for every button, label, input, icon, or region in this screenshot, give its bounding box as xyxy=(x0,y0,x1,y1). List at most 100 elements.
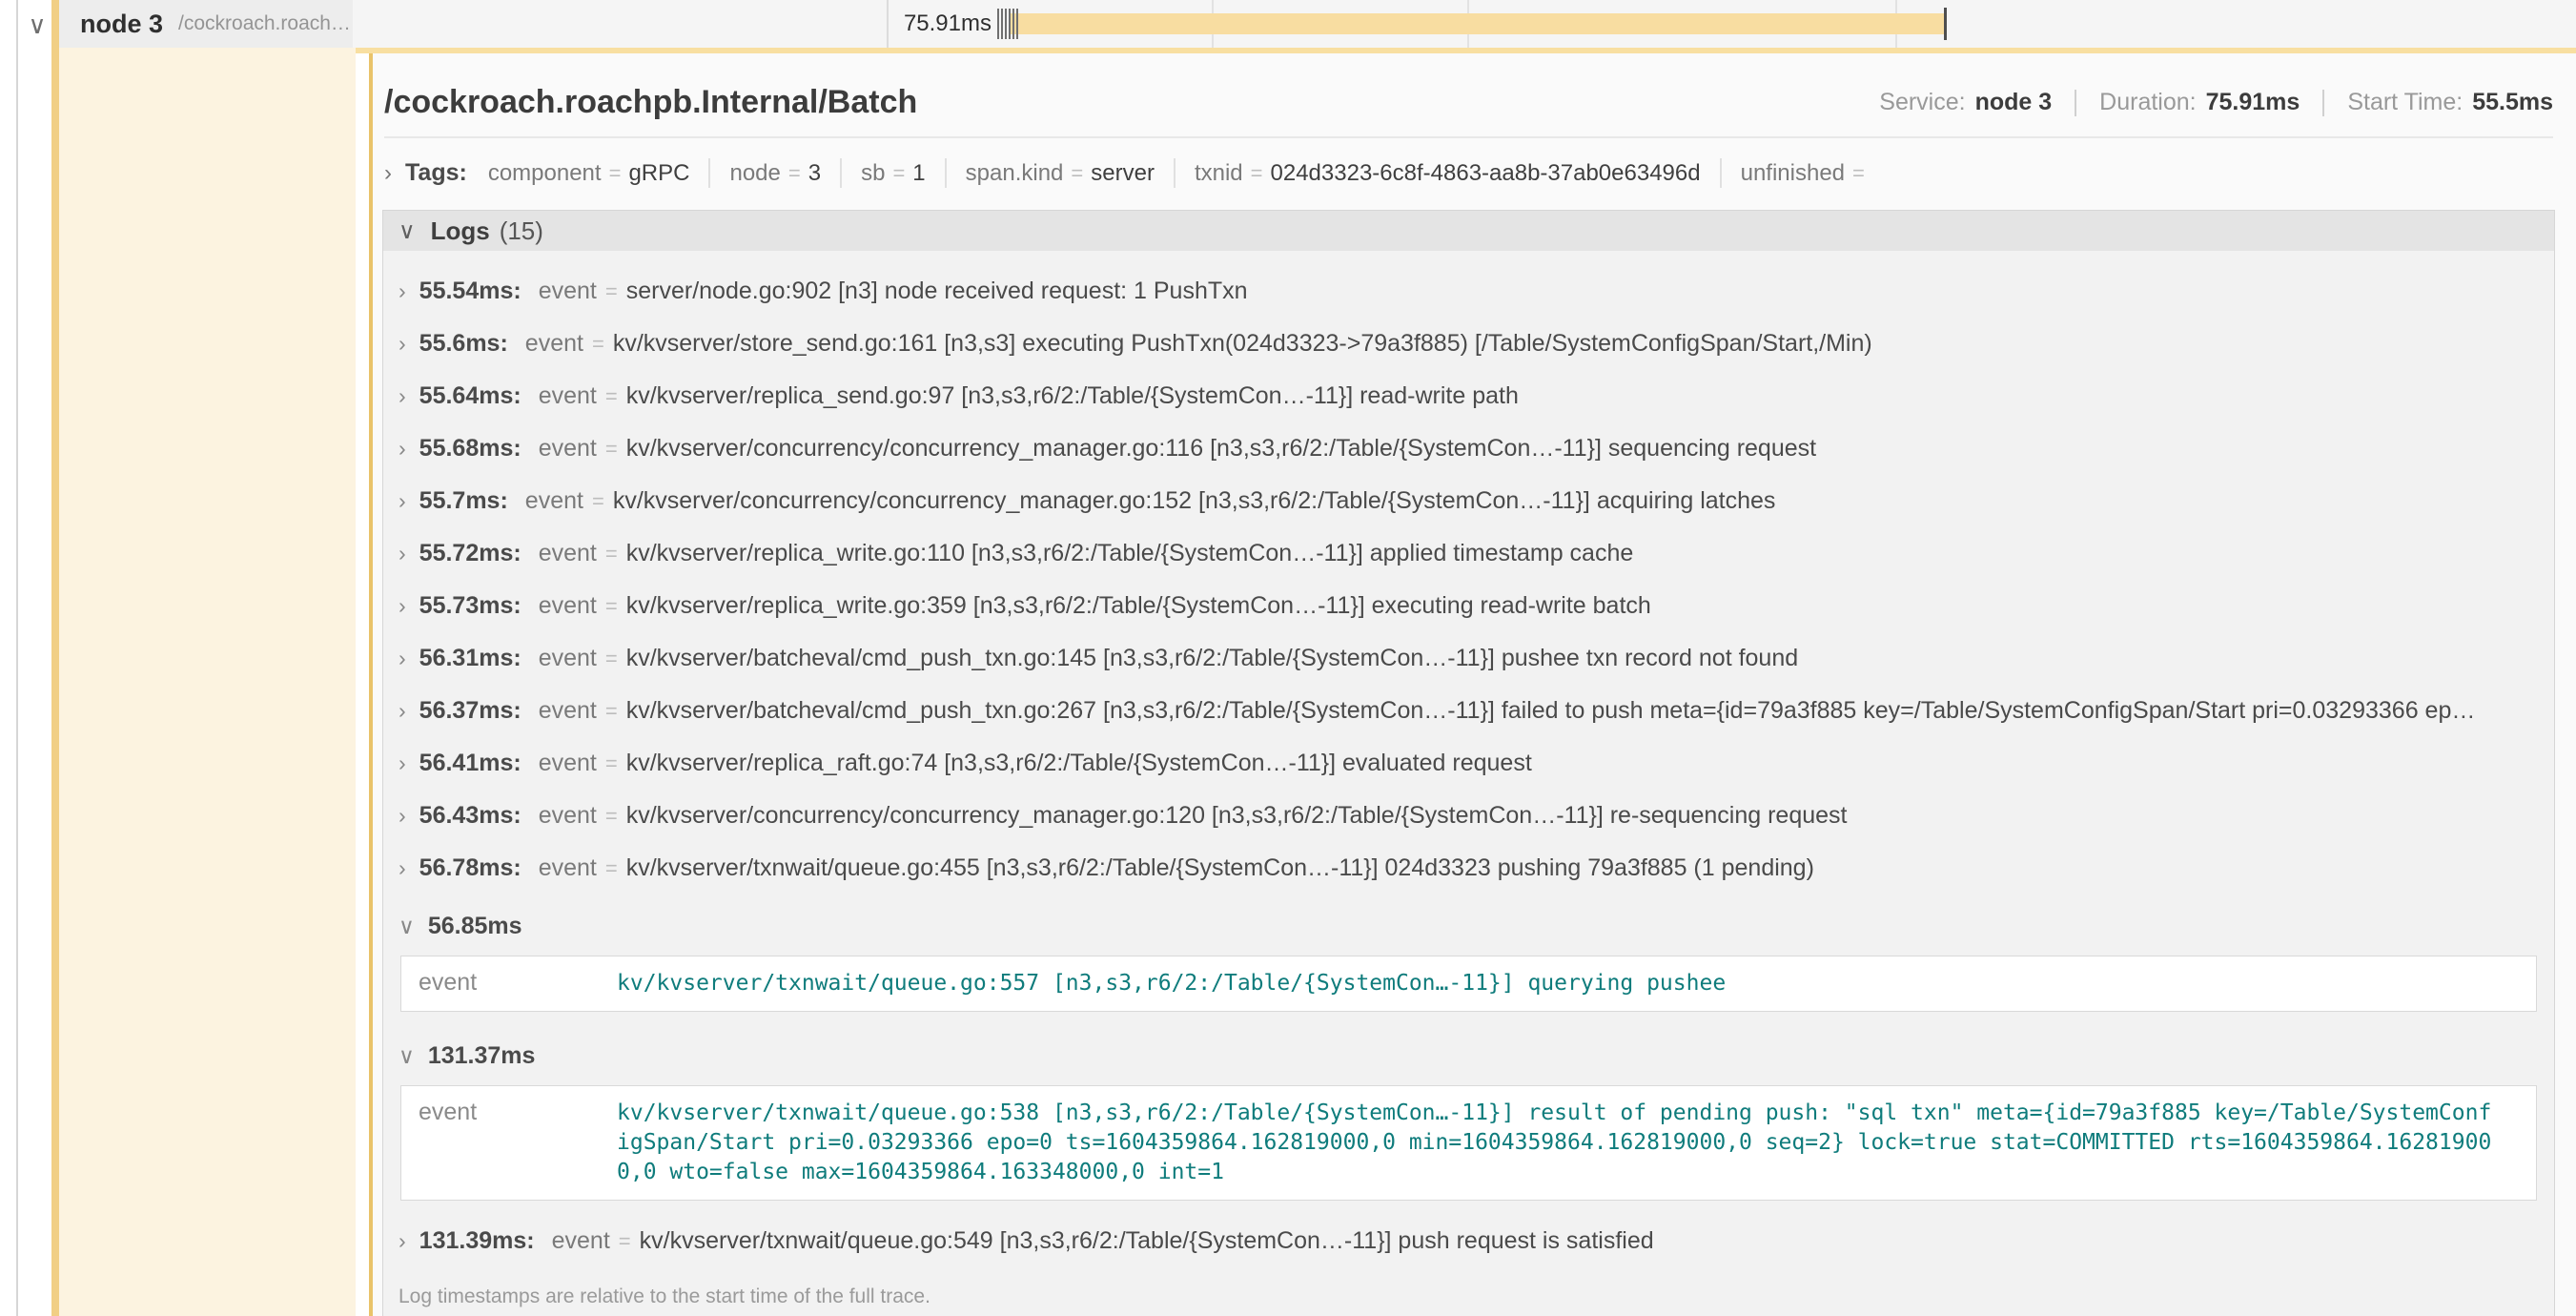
equals-symbol: = xyxy=(605,804,618,828)
log-field-value: kv/kvserver/replica_send.go:97 [n3,s3,r6… xyxy=(626,382,1519,409)
chevron-right-icon: › xyxy=(399,436,406,461)
tag-value: 1 xyxy=(912,160,925,186)
tag-value: 3 xyxy=(808,160,821,186)
span-detail-panel: /cockroach.roachpb.Internal/Batch Servic… xyxy=(369,53,2576,1316)
log-field-key: event xyxy=(539,645,597,671)
span-timeline-row: node 3 /cockroach.roach… 75.91ms xyxy=(51,0,2576,48)
span-duration-label: 75.91ms xyxy=(814,0,992,48)
log-field-key: event xyxy=(539,435,597,462)
equals-symbol: = xyxy=(605,437,618,461)
log-field-value: kv/kvserver/concurrency/concurrency_mana… xyxy=(626,435,1816,462)
log-row[interactable]: ›55.6ms:event=kv/kvserver/store_send.go:… xyxy=(399,330,2539,358)
log-row[interactable]: ›55.72ms:event=kv/kvserver/replica_write… xyxy=(399,540,2539,567)
log-row[interactable]: ›55.68ms:event=kv/kvserver/concurrency/c… xyxy=(399,435,2539,463)
log-row-expanded-header[interactable]: ∨56.85ms xyxy=(399,913,2539,940)
log-field-key: event xyxy=(539,697,597,724)
log-row[interactable]: ›55.64ms:event=kv/kvserver/replica_send.… xyxy=(399,382,2539,410)
tags-items: component=gRPCnode=3sb=1span.kind=server… xyxy=(488,160,1891,187)
log-field-key: event xyxy=(539,540,597,566)
log-field-value: kv/kvserver/batcheval/cmd_push_txn.go:14… xyxy=(626,645,1798,671)
duration-value: 75.91ms xyxy=(2206,89,2300,116)
chevron-right-icon: › xyxy=(399,488,406,513)
equals-symbol: = xyxy=(1071,161,1083,185)
chevron-right-icon: › xyxy=(399,278,406,303)
chevron-right-icon: › xyxy=(399,698,406,723)
log-row[interactable]: ›56.31ms:event=kv/kvserver/batcheval/cmd… xyxy=(399,645,2539,672)
chevron-right-icon: › xyxy=(384,160,392,187)
span-duration-bar[interactable] xyxy=(1009,13,1946,34)
log-row[interactable]: ›55.7ms:event=kv/kvserver/concurrency/co… xyxy=(399,487,2539,515)
left-border-line xyxy=(16,0,18,1316)
log-field-key: event xyxy=(539,854,597,881)
log-timestamp: 56.41ms: xyxy=(419,750,521,776)
log-field-value: kv/kvserver/txnwait/queue.go:538 [n3,s3,… xyxy=(617,1099,2536,1187)
equals-symbol: = xyxy=(619,1229,631,1253)
log-field-value: kv/kvserver/store_send.go:161 [n3,s3] ex… xyxy=(613,330,1872,357)
log-field-key: event xyxy=(539,382,597,409)
log-field-key: event xyxy=(539,278,597,304)
equals-symbol: = xyxy=(605,751,618,775)
span-meta: Service: node 3 Duration: 75.91ms Start … xyxy=(1879,89,2553,116)
log-row-expanded-header[interactable]: ∨ 131.37ms xyxy=(399,1042,2539,1070)
chevron-down-icon: ∨ xyxy=(399,914,415,938)
logs-count: (15) xyxy=(500,216,543,246)
tags-row[interactable]: › Tags: component=gRPCnode=3sb=1span.kin… xyxy=(384,159,2553,187)
equals-symbol: = xyxy=(605,594,618,618)
tag-item: node=3 xyxy=(710,158,842,188)
log-row[interactable]: ›56.41ms:event=kv/kvserver/replica_raft.… xyxy=(399,750,2539,777)
tag-value: server xyxy=(1091,160,1155,186)
log-row[interactable]: ›56.43ms:event=kv/kvserver/concurrency/c… xyxy=(399,802,2539,830)
equals-symbol: = xyxy=(605,856,618,880)
tag-value: gRPC xyxy=(628,160,689,186)
log-timestamp: 55.7ms: xyxy=(419,487,508,514)
log-field-value: kv/kvserver/concurrency/concurrency_mana… xyxy=(613,487,1776,514)
operation-title: /cockroach.roachpb.Internal/Batch xyxy=(384,84,917,121)
equals-symbol: = xyxy=(592,332,604,356)
log-row[interactable]: ›56.78ms:event=kv/kvserver/txnwait/queue… xyxy=(399,854,2539,882)
span-collapse-chevron-icon[interactable]: ∨ xyxy=(21,6,53,44)
log-field-value: kv/kvserver/replica_write.go:110 [n3,s3,… xyxy=(626,540,1634,566)
log-timestamp: 56.31ms: xyxy=(419,645,521,671)
equals-symbol: = xyxy=(1251,161,1263,185)
equals-symbol: = xyxy=(609,161,622,185)
tag-item: span.kind=server xyxy=(947,158,1176,188)
span-operation-name-truncated: /cockroach.roach… xyxy=(178,12,351,35)
header-divider xyxy=(384,136,2553,138)
chevron-right-icon: › xyxy=(399,331,406,356)
chevron-down-icon: ∨ xyxy=(399,217,416,245)
log-field-key: event xyxy=(539,750,597,776)
tag-value: 024d3323-6c8f-4863-aa8b-37ab0e63496d xyxy=(1271,160,1701,186)
chevron-down-icon: ∨ xyxy=(399,1043,415,1068)
log-detail-card: event kv/kvserver/txnwait/queue.go:557 [… xyxy=(400,956,2537,1012)
start-time-value: 55.5ms xyxy=(2472,89,2553,116)
logs-footer-note: Log timestamps are relative to the start… xyxy=(383,1282,2554,1316)
log-field-key: event xyxy=(539,802,597,829)
chevron-right-icon: › xyxy=(399,593,406,618)
log-field-key: event xyxy=(525,487,583,514)
log-row[interactable]: ›55.73ms:event=kv/kvserver/replica_write… xyxy=(399,592,2539,620)
logs-header[interactable]: ∨ Logs (15) xyxy=(383,211,2554,251)
log-row[interactable]: ›55.54ms:event=server/node.go:902 [n3] n… xyxy=(399,278,2539,305)
duration-label: Duration: xyxy=(2099,89,2196,116)
equals-symbol: = xyxy=(788,161,801,185)
equals-symbol: = xyxy=(1852,161,1865,185)
log-field-key: event xyxy=(552,1227,610,1254)
log-row[interactable]: ›56.37ms:event=kv/kvserver/batcheval/cmd… xyxy=(399,697,2539,725)
log-timestamp: 131.37ms xyxy=(428,1042,536,1069)
meta-separator xyxy=(2075,90,2076,116)
span-detail-header[interactable]: /cockroach.roachpb.Internal/Batch Servic… xyxy=(384,84,2553,121)
log-detail-card: event kv/kvserver/txnwait/queue.go:538 [… xyxy=(400,1085,2537,1201)
chevron-right-icon: › xyxy=(399,1228,406,1253)
log-field-key: event xyxy=(539,592,597,619)
tag-key: unfinished xyxy=(1741,160,1845,186)
span-name-cell[interactable]: node 3 /cockroach.roach… xyxy=(51,0,353,48)
log-timestamp: 56.37ms: xyxy=(419,697,521,724)
log-row[interactable]: ›131.39ms:event=kv/kvserver/txnwait/queu… xyxy=(399,1227,2539,1255)
log-entry-expanded: ∨ 131.37ms event kv/kvserver/txnwait/queu… xyxy=(399,1042,2539,1201)
chevron-right-icon: › xyxy=(399,646,406,670)
tag-key: component xyxy=(488,160,602,186)
trace-span-detail-view: ∨ node 3 /cockroach.roach… 75.91ms /cock… xyxy=(0,0,2576,1316)
tag-item: txnid=024d3323-6c8f-4863-aa8b-37ab0e6349… xyxy=(1176,158,1722,188)
log-field-key: event xyxy=(525,330,583,357)
span-bar-end-marker xyxy=(1944,8,1947,40)
